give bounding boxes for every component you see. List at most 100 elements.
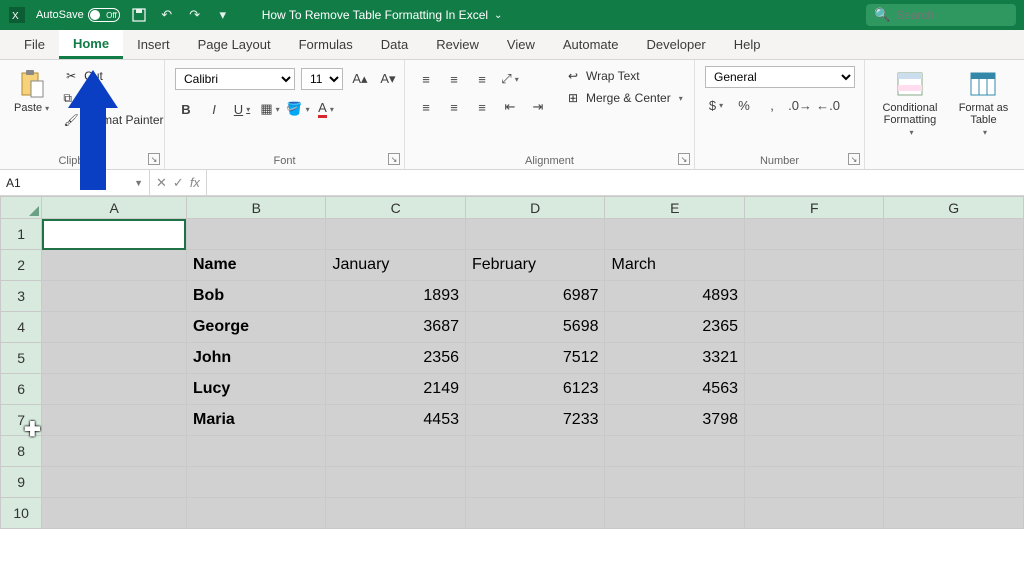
comma-format-icon[interactable]: ,: [761, 94, 783, 116]
format-painter-button[interactable]: 🖌Format Painter: [61, 110, 165, 130]
wrap-text-button[interactable]: ↩Wrap Text: [563, 66, 685, 86]
percent-format-icon[interactable]: %: [733, 94, 755, 116]
tab-formulas[interactable]: Formulas: [285, 30, 367, 59]
decrease-indent-icon[interactable]: ⇤: [499, 96, 521, 118]
row-header[interactable]: 2: [1, 250, 42, 281]
cell[interactable]: Bob: [186, 281, 326, 312]
cell[interactable]: John: [186, 343, 326, 374]
worksheet[interactable]: ✚ A B C D E F G 1 2 Name: [0, 196, 1024, 529]
cell[interactable]: [744, 498, 884, 529]
cell[interactable]: [744, 467, 884, 498]
font-size-select[interactable]: 11: [301, 68, 343, 90]
cell[interactable]: [465, 467, 605, 498]
tab-automate[interactable]: Automate: [549, 30, 633, 59]
cell[interactable]: [42, 467, 187, 498]
underline-button[interactable]: U: [231, 98, 253, 120]
number-format-select[interactable]: General: [705, 66, 855, 88]
cell[interactable]: 7233: [465, 405, 605, 436]
dialog-launcher-icon[interactable]: ↘: [388, 153, 400, 165]
cell[interactable]: 2365: [605, 312, 745, 343]
tab-developer[interactable]: Developer: [633, 30, 720, 59]
cell[interactable]: [326, 219, 466, 250]
cell[interactable]: 4563: [605, 374, 745, 405]
cell[interactable]: [605, 498, 745, 529]
cell[interactable]: [744, 405, 884, 436]
search-input[interactable]: [896, 8, 1008, 22]
cell[interactable]: March: [605, 250, 745, 281]
align-top-icon[interactable]: ≡: [415, 68, 437, 90]
cell[interactable]: Name: [186, 250, 326, 281]
cell[interactable]: 7512: [465, 343, 605, 374]
cell[interactable]: [186, 219, 326, 250]
dialog-launcher-icon[interactable]: ↘: [848, 153, 860, 165]
cell[interactable]: [744, 219, 884, 250]
tab-insert[interactable]: Insert: [123, 30, 184, 59]
toggle-off-icon[interactable]: Off: [88, 8, 120, 22]
cell[interactable]: [605, 219, 745, 250]
cut-button[interactable]: ✂Cut: [61, 66, 165, 86]
borders-icon[interactable]: ▦: [259, 98, 281, 120]
copy-button[interactable]: ⧉Copy: [61, 88, 165, 108]
search-box[interactable]: 🔍: [866, 4, 1016, 26]
col-header[interactable]: B: [186, 197, 326, 219]
cell[interactable]: [884, 250, 1024, 281]
cell[interactable]: [465, 498, 605, 529]
paste-button[interactable]: Paste: [10, 66, 53, 116]
cell[interactable]: 2356: [326, 343, 466, 374]
cell[interactable]: [744, 436, 884, 467]
font-color-icon[interactable]: A: [315, 98, 337, 120]
formula-input[interactable]: [207, 170, 1024, 195]
conditional-formatting-button[interactable]: Conditional Formatting: [875, 66, 945, 139]
align-middle-icon[interactable]: ≡: [443, 68, 465, 90]
col-header[interactable]: G: [884, 197, 1024, 219]
save-icon[interactable]: [130, 6, 148, 24]
row-header[interactable]: 1: [1, 219, 42, 250]
tab-help[interactable]: Help: [720, 30, 775, 59]
col-header[interactable]: A: [42, 197, 187, 219]
cell[interactable]: 3321: [605, 343, 745, 374]
cell[interactable]: [744, 281, 884, 312]
cell[interactable]: [884, 467, 1024, 498]
cell[interactable]: [884, 374, 1024, 405]
tab-home[interactable]: Home: [59, 30, 123, 59]
fill-color-icon[interactable]: 🪣: [287, 98, 309, 120]
decrease-font-icon[interactable]: A▾: [377, 68, 399, 90]
cell[interactable]: February: [465, 250, 605, 281]
cell[interactable]: [884, 436, 1024, 467]
cancel-formula-icon[interactable]: ✕: [156, 175, 167, 191]
fx-icon[interactable]: fx: [190, 175, 200, 190]
select-all-button[interactable]: [1, 197, 42, 219]
align-left-icon[interactable]: ≡: [415, 96, 437, 118]
row-header[interactable]: 6: [1, 374, 42, 405]
col-header[interactable]: D: [465, 197, 605, 219]
tab-review[interactable]: Review: [422, 30, 493, 59]
cell[interactable]: [884, 405, 1024, 436]
cell[interactable]: 6987: [465, 281, 605, 312]
cell[interactable]: [42, 374, 187, 405]
increase-decimal-icon[interactable]: .0→: [789, 94, 811, 116]
tab-file[interactable]: File: [10, 30, 59, 59]
increase-font-icon[interactable]: A▴: [349, 68, 371, 90]
cell[interactable]: [605, 467, 745, 498]
font-name-select[interactable]: Calibri: [175, 68, 295, 90]
name-box[interactable]: A1▼: [0, 170, 150, 195]
cell-A1[interactable]: [42, 219, 187, 250]
merge-center-button[interactable]: ⊞Merge & Center: [563, 88, 685, 108]
orientation-icon[interactable]: ⤢: [499, 68, 521, 90]
cell[interactable]: 2149: [326, 374, 466, 405]
cell[interactable]: [42, 405, 187, 436]
dialog-launcher-icon[interactable]: ↘: [678, 153, 690, 165]
cell[interactable]: [744, 343, 884, 374]
cell[interactable]: [186, 436, 326, 467]
cell[interactable]: [884, 312, 1024, 343]
row-header[interactable]: 10: [1, 498, 42, 529]
accounting-format-icon[interactable]: $: [705, 94, 727, 116]
tab-page-layout[interactable]: Page Layout: [184, 30, 285, 59]
cell[interactable]: 5698: [465, 312, 605, 343]
cell[interactable]: [744, 312, 884, 343]
cell[interactable]: 4453: [326, 405, 466, 436]
tab-data[interactable]: Data: [367, 30, 422, 59]
decrease-decimal-icon[interactable]: ←.0: [817, 94, 839, 116]
col-header[interactable]: C: [326, 197, 466, 219]
row-header[interactable]: 4: [1, 312, 42, 343]
